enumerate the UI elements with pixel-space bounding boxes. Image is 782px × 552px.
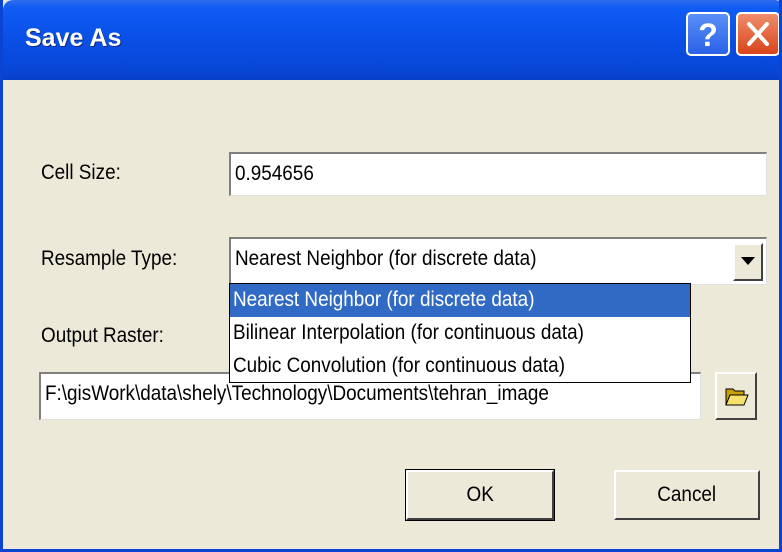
close-button[interactable] bbox=[736, 12, 779, 56]
folder-open-icon bbox=[725, 388, 749, 406]
browse-button[interactable] bbox=[715, 372, 757, 420]
help-button[interactable]: ? bbox=[686, 12, 730, 56]
resample-type-value: Nearest Neighbor (for discrete data) bbox=[235, 247, 537, 270]
dialog-title: Save As bbox=[25, 24, 122, 52]
dropdown-button[interactable] bbox=[733, 243, 763, 281]
cell-size-label: Cell Size: bbox=[41, 161, 121, 184]
dialog-body: Cell Size: 0.954656 Resample Type: Neare… bbox=[3, 80, 779, 549]
resample-options-list: Nearest Neighbor (for discrete data) Bil… bbox=[229, 283, 691, 383]
resample-type-label: Resample Type: bbox=[41, 247, 178, 270]
output-raster-label: Output Raster: bbox=[41, 324, 164, 347]
close-icon bbox=[747, 22, 769, 46]
option-cubic-convolution[interactable]: Cubic Convolution (for continuous data) bbox=[230, 350, 690, 383]
cancel-button[interactable]: Cancel bbox=[614, 470, 760, 520]
save-as-dialog: Save As ? Cell Size: 0.954656 Resample T… bbox=[0, 0, 782, 552]
title-bar[interactable]: Save As ? bbox=[3, 0, 779, 80]
cell-size-input[interactable]: 0.954656 bbox=[229, 152, 767, 196]
help-icon: ? bbox=[698, 17, 718, 53]
option-nearest-neighbor[interactable]: Nearest Neighbor (for discrete data) bbox=[230, 284, 690, 317]
cell-size-value: 0.954656 bbox=[235, 162, 314, 185]
ok-button[interactable]: OK bbox=[405, 469, 555, 521]
output-raster-value: F:\gisWork\data\shely\Technology\Documen… bbox=[45, 382, 549, 405]
resample-type-select[interactable]: Nearest Neighbor (for discrete data) bbox=[229, 237, 767, 285]
chevron-down-icon bbox=[741, 257, 755, 265]
option-bilinear-interpolation[interactable]: Bilinear Interpolation (for continuous d… bbox=[230, 317, 690, 350]
